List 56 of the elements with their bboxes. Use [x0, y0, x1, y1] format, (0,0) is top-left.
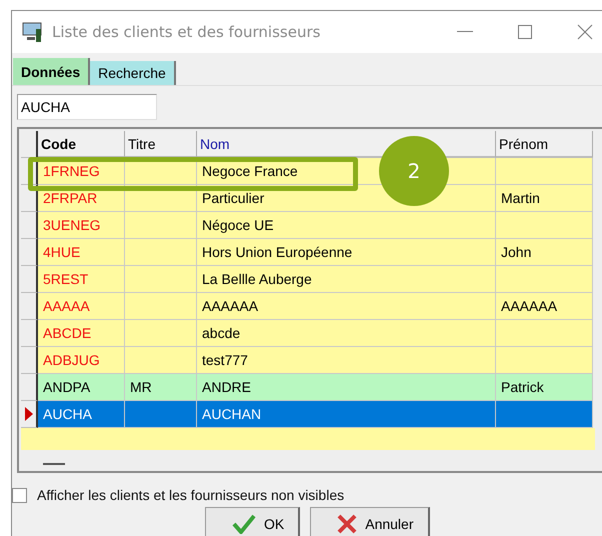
table-cell: AAAAAA: [197, 293, 496, 320]
column-header[interactable]: Prénom: [496, 131, 593, 158]
table-cell: 3UENEG: [38, 212, 125, 239]
row-header[interactable]: [21, 320, 38, 347]
table-cell: 4HUE: [38, 239, 125, 266]
dash-mark: [43, 463, 65, 465]
ok-button[interactable]: OK: [205, 507, 300, 536]
window-title: Liste des clients et des fournisseurs: [52, 23, 322, 41]
column-header[interactable]: Code: [38, 131, 125, 158]
row-header[interactable]: [21, 266, 38, 293]
table-cell: [125, 212, 197, 239]
search-field[interactable]: AUCHA: [17, 94, 157, 120]
table-cell: [125, 266, 197, 293]
tab[interactable]: Données: [13, 58, 90, 85]
table-cell: La Bellle Auberge: [197, 266, 496, 293]
table-cell: [125, 320, 197, 347]
row-header[interactable]: [21, 374, 38, 401]
table-cell: ANDPA: [38, 374, 125, 401]
table-cell: abcde: [197, 320, 496, 347]
row-header[interactable]: [21, 401, 38, 428]
table-cell: AAAAAA: [496, 293, 593, 320]
table-cell: [125, 401, 197, 428]
cancel-button[interactable]: Annuler: [310, 507, 430, 536]
table-cell: Négoce UE: [197, 212, 496, 239]
row-header[interactable]: [21, 212, 38, 239]
checkmark-icon: [232, 514, 256, 534]
checkbox[interactable]: [12, 488, 27, 502]
column-header[interactable]: Titre: [125, 131, 197, 158]
table-cell: Martin: [496, 185, 593, 212]
table-cell: AUCHAN: [197, 401, 496, 428]
tab[interactable]: Recherche: [90, 61, 176, 85]
row-header[interactable]: [21, 239, 38, 266]
row-header[interactable]: [21, 293, 38, 320]
table-cell: ABCDE: [38, 320, 125, 347]
table-cell: John: [496, 239, 593, 266]
table-cell: [125, 293, 197, 320]
row-pointer-icon: [24, 407, 32, 421]
corner-header: [21, 131, 38, 158]
cross-icon: [337, 514, 358, 534]
table-cell: [125, 347, 197, 374]
maximize-icon: [518, 25, 532, 39]
table-cell: 5REST: [38, 266, 125, 293]
table-cell: ADBJUG: [38, 347, 125, 374]
monitor-icon: [22, 21, 44, 43]
table-cell: AUCHA: [38, 401, 125, 428]
minimize-icon: [457, 31, 473, 33]
table-cell: ANDRE: [197, 374, 496, 401]
table-cell: MR: [125, 374, 197, 401]
table-cell: Hors Union Européenne: [197, 239, 496, 266]
table-cell: [125, 239, 197, 266]
table-cell: test777: [197, 347, 496, 374]
close-icon: [577, 24, 593, 40]
table-cell: AAAAA: [38, 293, 125, 320]
table-cell: Patrick: [496, 374, 593, 401]
row-header[interactable]: [21, 347, 38, 374]
checkbox-label: Afficher les clients et les fournisseurs non visibles: [37, 487, 344, 503]
